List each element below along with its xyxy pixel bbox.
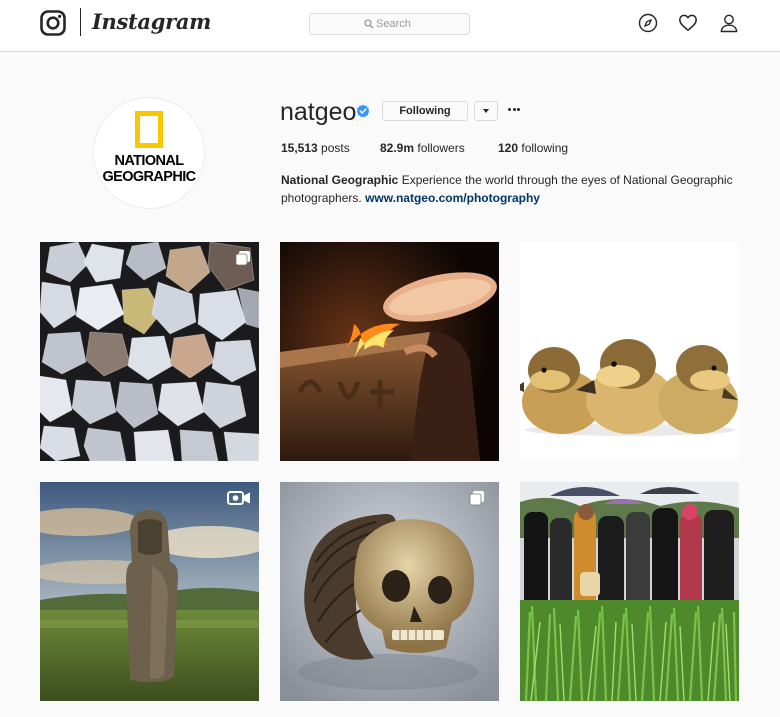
moai-photo — [40, 482, 259, 701]
compass-icon[interactable] — [638, 13, 658, 33]
bio-link[interactable]: www.natgeo.com/photography — [365, 191, 540, 205]
multiple-photos-icon — [235, 251, 250, 266]
search-box[interactable] — [309, 13, 470, 35]
avatar-logo-line-1: NATIONAL — [114, 153, 184, 169]
posts-count: 15,513 posts — [281, 141, 350, 155]
instagram-wordmark[interactable]: Instagram — [92, 6, 211, 38]
video-icon — [227, 491, 250, 505]
verified-badge-icon — [356, 104, 370, 118]
more-options-icon[interactable] — [507, 103, 521, 117]
profile-username: natgeo — [280, 98, 357, 126]
post-thumbnail[interactable] — [40, 482, 259, 701]
ducklings-photo — [520, 242, 739, 461]
instagram-logo-icon[interactable] — [40, 10, 66, 36]
following-count[interactable]: 120 following — [498, 140, 568, 156]
logo-divider — [80, 8, 81, 36]
post-thumbnail[interactable] — [40, 242, 259, 461]
top-nav: Instagram — [0, 0, 780, 52]
avatar[interactable]: NATIONAL GEOGRAPHIC — [93, 97, 205, 209]
crowd-umbrellas-photo — [520, 482, 739, 701]
diamonds-photo — [40, 242, 259, 461]
search-input[interactable] — [310, 14, 469, 34]
profile-full-name: National Geographic — [281, 173, 399, 187]
triangle-down-icon — [483, 109, 489, 113]
skull-photo — [280, 482, 499, 701]
heart-icon[interactable] — [678, 13, 698, 33]
post-thumbnail[interactable] — [280, 482, 499, 701]
profile-bio: National Geographic Experience the world… — [281, 171, 741, 207]
followers-count[interactable]: 82.9m followers — [380, 140, 465, 156]
post-thumbnail[interactable] — [520, 482, 739, 701]
person-icon[interactable] — [719, 13, 739, 33]
following-button[interactable]: Following — [382, 101, 468, 121]
multiple-photos-icon — [469, 491, 484, 506]
avatar-logo-line-2: GEOGRAPHIC — [102, 169, 196, 185]
post-thumbnail[interactable] — [280, 242, 499, 461]
fire-carving-photo — [280, 242, 499, 461]
post-thumbnail[interactable] — [520, 242, 739, 461]
natgeo-yellow-frame-icon — [135, 111, 163, 148]
suggestions-dropdown-button[interactable] — [474, 101, 498, 121]
